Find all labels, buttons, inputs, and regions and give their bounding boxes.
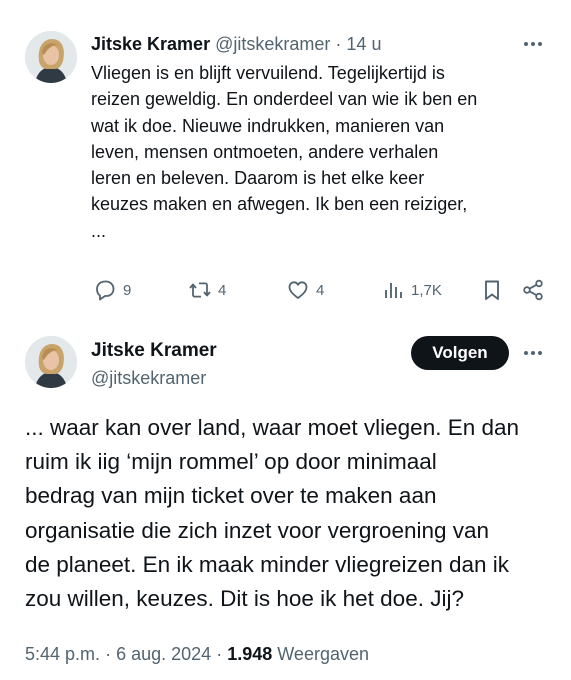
views-icon <box>385 283 402 298</box>
author-name[interactable]: Jitske Kramer <box>91 339 217 363</box>
tweet-text: ... waar kan over land, waar moet vliege… <box>25 415 520 612</box>
more-icon[interactable] <box>521 34 545 54</box>
bookmark-button[interactable] <box>480 276 504 304</box>
repost-button[interactable]: 4 <box>188 276 226 304</box>
tweet-date[interactable]: 6 aug. 2024 <box>116 644 211 664</box>
tweet-age[interactable]: 14 u <box>346 34 381 54</box>
like-button[interactable]: 4 <box>286 276 324 304</box>
repost-count: 4 <box>218 281 227 299</box>
separator: · <box>335 34 342 54</box>
reply-icon <box>96 280 115 301</box>
avatar[interactable] <box>25 336 77 388</box>
views-button[interactable]: 1,7K <box>381 276 442 304</box>
views-count: 1,7K <box>411 281 442 299</box>
tweet-header: Jitske Kramer @jitskekramer · 14 u <box>91 33 381 55</box>
action-bar: 9 4 4 1,7K <box>93 276 555 304</box>
views-label: Weergaven <box>277 644 369 664</box>
author-handle[interactable]: @jitskekramer <box>215 34 330 54</box>
views-count: 1.948 <box>227 644 273 664</box>
tweet-text: Vliegen is en blijft vervuilend. Tegelij… <box>91 63 478 241</box>
dot <box>531 42 535 46</box>
author-handle[interactable]: @jitskekramer <box>91 367 206 389</box>
retweet-icon <box>189 282 211 298</box>
avatar[interactable] <box>25 31 77 83</box>
more-icon[interactable] <box>521 343 545 363</box>
separator: · <box>105 644 112 664</box>
follow-button[interactable]: Volgen <box>411 336 509 370</box>
heart-icon <box>288 281 308 299</box>
bookmark-icon <box>485 280 499 300</box>
avatar-image <box>25 336 77 388</box>
separator: · <box>216 644 223 664</box>
avatar-image <box>25 31 77 83</box>
share-icon <box>523 279 543 301</box>
reply-button[interactable]: 9 <box>93 276 131 304</box>
dot <box>538 42 542 46</box>
dot <box>524 351 528 355</box>
tweet-meta: 5:44 p.m. · 6 aug. 2024 · 1.948 Weergave… <box>25 643 369 665</box>
dot <box>531 351 535 355</box>
dot <box>524 42 528 46</box>
share-button[interactable] <box>521 276 545 304</box>
dot <box>538 351 542 355</box>
author-name[interactable]: Jitske Kramer <box>91 34 210 54</box>
like-count: 4 <box>316 281 325 299</box>
reply-count: 9 <box>123 281 132 299</box>
tweet-time[interactable]: 5:44 p.m. <box>25 644 100 664</box>
